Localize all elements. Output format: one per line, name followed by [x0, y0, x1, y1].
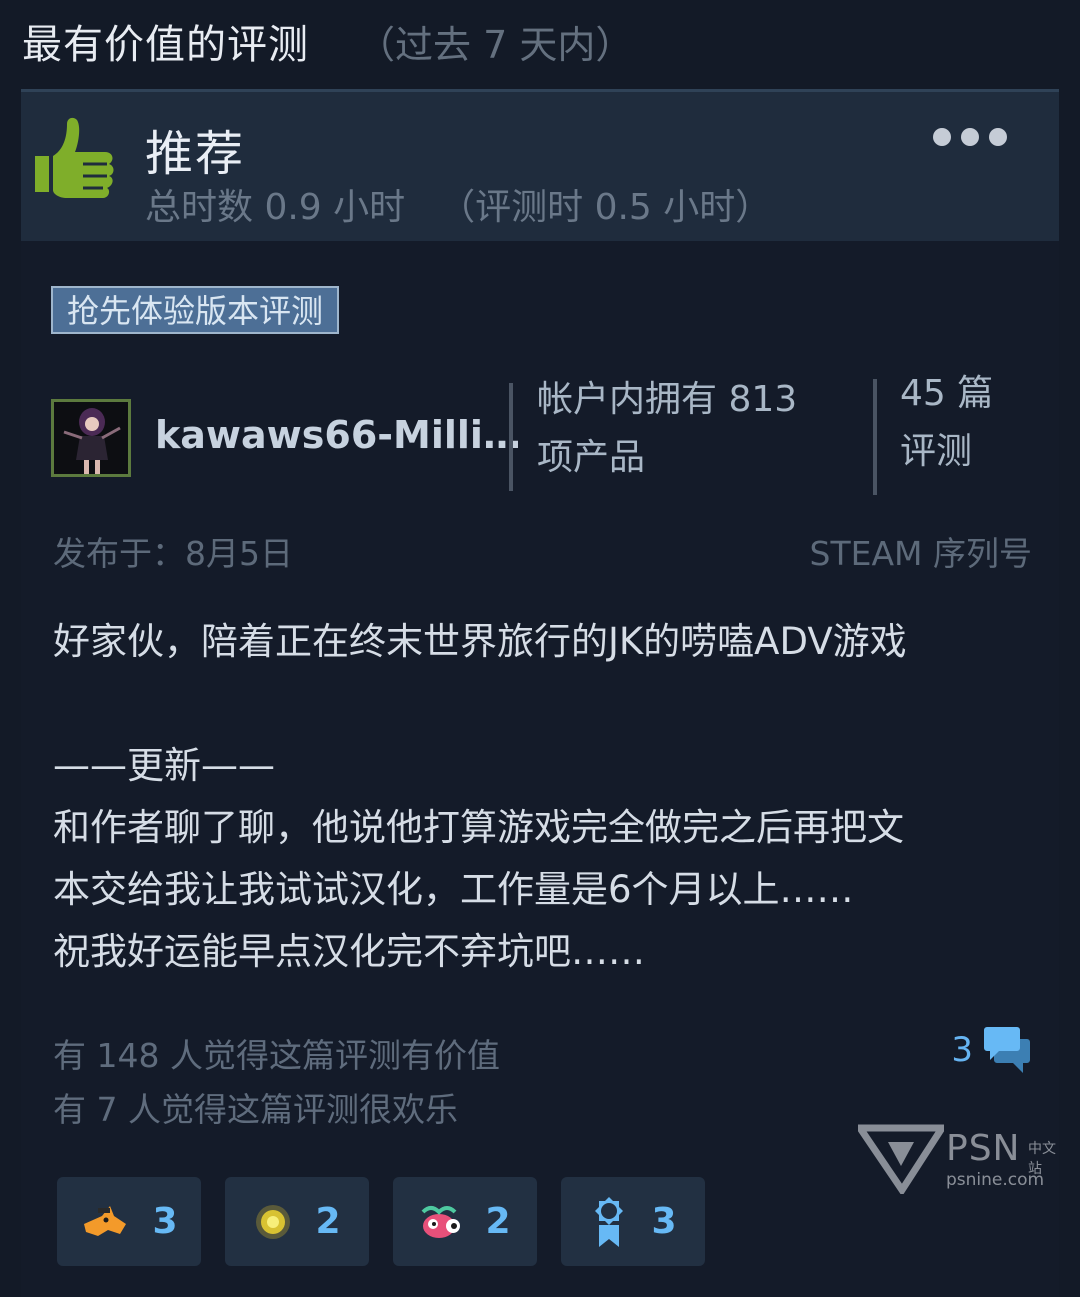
product-source: STEAM 序列号	[809, 534, 1033, 573]
award-badge[interactable]: 3	[561, 1177, 705, 1266]
more-dots-icon	[933, 128, 951, 146]
avatar[interactable]	[51, 399, 131, 477]
helpful-count: 有 148 人觉得这篇评测有价值	[53, 1036, 500, 1075]
golden-coin-award-icon	[256, 1204, 291, 1239]
hours-at-review: （评测时 0.5 小时）	[439, 187, 772, 228]
awards-row: 3 2 2 3	[57, 1177, 705, 1266]
award-count: 2	[315, 1201, 341, 1242]
ribbon-medal-award-icon	[595, 1196, 624, 1247]
award-count: 3	[152, 1201, 178, 1242]
stat-divider	[873, 379, 877, 495]
section-period: （过去 7 天内）	[357, 23, 634, 67]
total-hours: 总时数 0.9 小时	[145, 187, 406, 228]
award-badge[interactable]: 2	[225, 1177, 369, 1266]
early-access-review-tag: 抢先体验版本评测	[51, 286, 340, 334]
watermark-url: psnine.com	[946, 1170, 1045, 1190]
products-owned: 帐户内拥有 813 项产品	[537, 379, 798, 478]
vote-summary: 有 148 人觉得这篇评测有价值 有 7 人觉得这篇评测很欢乐	[53, 1029, 500, 1137]
steam-review-page: 最有价值的评测 （过去 7 天内） 推荐 总时数 0.9 小时 （评测时 0.5 …	[0, 0, 1080, 1297]
author-block: kawaws66-Milli… 帐户内拥有 813 项产品 45 篇 评测	[51, 373, 1051, 495]
review-line: 祝我好运能早点汉化完不弃坑吧……	[53, 930, 645, 973]
orange-dog-award-icon	[84, 1205, 127, 1236]
pink-creature-award-icon	[422, 1205, 461, 1238]
funny-count: 有 7 人觉得这篇评测很欢乐	[53, 1090, 458, 1129]
award-badge[interactable]: 2	[393, 1177, 537, 1266]
award-badge[interactable]: 3	[57, 1177, 201, 1266]
award-count: 2	[485, 1201, 511, 1242]
review-line: 和作者聊了聊，他说他打算游戏完全做完之后再把文	[53, 806, 904, 849]
review-header: 推荐 总时数 0.9 小时 （评测时 0.5 小时）	[21, 89, 1059, 241]
more-options-button[interactable]	[933, 128, 1007, 146]
review-text: 好家伙，陪着正在终末世界旅行的JK的唠嗑ADV游戏 ——更新—— 和作者聊了聊，…	[53, 611, 1043, 983]
review-count[interactable]: 45 篇 评测	[900, 365, 993, 481]
avatar-image	[54, 402, 128, 474]
playtime: 总时数 0.9 小时 （评测时 0.5 小时）	[145, 178, 771, 230]
review-line: ——更新——	[53, 744, 275, 787]
section-title: 最有价值的评测 （过去 7 天内）	[22, 12, 633, 72]
section-title-text: 最有价值的评测	[22, 22, 309, 68]
watermark-brand: PSN	[946, 1128, 1021, 1169]
author-name[interactable]: kawaws66-Milli…	[155, 413, 521, 457]
review-line: 本交给我让我试试汉化，工作量是6个月以上……	[53, 868, 854, 911]
posted-date: 发布于：8月5日	[53, 534, 293, 573]
review-line: 好家伙，陪着正在终末世界旅行的JK的唠嗑ADV游戏	[53, 620, 907, 663]
psnine-logo-icon	[853, 1124, 949, 1197]
comments-button[interactable]: 3	[951, 1025, 1031, 1075]
watermark: PSN 中文站 psnine.com	[853, 1124, 1068, 1197]
verdict-label: 推荐	[145, 126, 246, 182]
comment-bubbles-icon	[984, 1027, 1030, 1073]
comment-count: 3	[951, 1030, 973, 1070]
stat-divider	[509, 383, 513, 491]
review-card: 推荐 总时数 0.9 小时 （评测时 0.5 小时） 抢先体验版本评测 kawa…	[21, 89, 1059, 1297]
award-count: 3	[651, 1201, 677, 1242]
thumbs-up-icon	[35, 117, 114, 198]
